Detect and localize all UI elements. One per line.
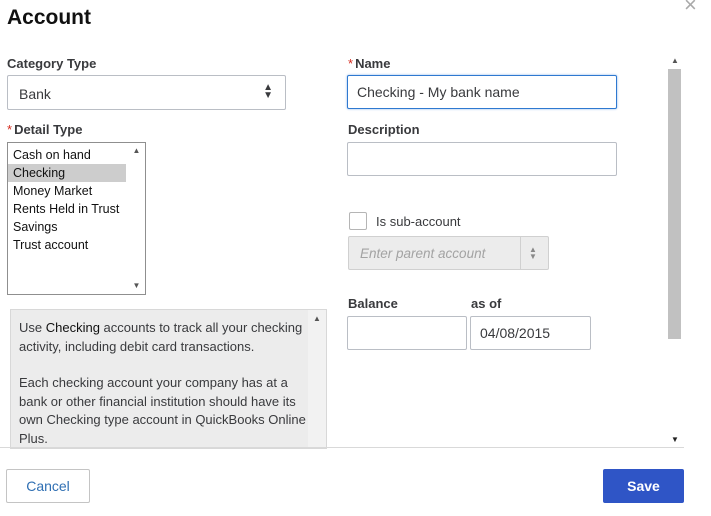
detail-type-option[interactable]: Trust account [8,236,126,254]
form-scrollbar[interactable]: ▲ ▼ [667,53,683,446]
detail-type-option[interactable]: Savings [8,218,126,236]
category-type-label: Category Type [7,56,97,71]
as-of-label: as of [471,296,502,311]
cancel-button[interactable]: Cancel [6,469,90,503]
detail-type-description-panel: Use Checking accounts to track all your … [10,309,327,449]
save-button[interactable]: Save [603,469,684,503]
category-type-value: Bank [19,86,51,102]
dialog-title: Account [7,6,91,29]
up-down-arrows-icon: ▲ ▼ [263,82,273,101]
description-scrollbar[interactable]: ▲ [308,310,326,448]
footer-divider [0,447,684,448]
scroll-up-icon[interactable]: ▲ [128,146,145,155]
parent-account-select[interactable]: Enter parent account ▲ ▼ [348,236,549,270]
up-down-arrows-icon: ▲ ▼ [529,245,537,261]
scroll-down-icon[interactable]: ▼ [128,281,145,290]
detail-type-label: * Detail Type [7,122,83,137]
scroll-down-icon[interactable]: ▼ [667,435,683,444]
detail-type-listbox[interactable]: Cash on hand Checking Money Market Rents… [7,142,146,295]
category-type-select[interactable]: Bank ▲ ▼ [7,75,286,110]
description-input[interactable] [347,142,617,176]
detail-type-option-selected[interactable]: Checking [8,164,126,182]
description-label: Description [348,122,420,137]
scrollbar-thumb[interactable] [668,69,681,339]
name-input[interactable] [347,75,617,109]
balance-label: Balance [348,296,398,311]
detail-type-option[interactable]: Cash on hand [8,146,126,164]
required-marker: * [7,122,13,137]
balance-input[interactable] [347,316,467,350]
description-emphasis: Checking [45,320,100,335]
scroll-up-icon[interactable]: ▲ [308,314,326,323]
detail-type-option[interactable]: Rents Held in Trust [8,200,126,218]
name-label: * Name [348,56,391,71]
parent-account-placeholder: Enter parent account [360,246,486,261]
close-icon[interactable]: × [684,0,697,16]
detail-type-option[interactable]: Money Market [8,182,126,200]
sub-account-label: Is sub-account [376,214,461,229]
required-marker: * [348,56,354,71]
description-paragraph: Each checking account your company has a… [19,375,306,446]
sub-account-checkbox[interactable] [349,212,367,230]
as-of-date-input[interactable] [470,316,591,350]
detail-type-scrollbar[interactable]: ▲ ▼ [128,143,145,294]
description-paragraph: Use Checking accounts to track all your … [19,320,303,354]
scroll-up-icon[interactable]: ▲ [667,56,683,65]
